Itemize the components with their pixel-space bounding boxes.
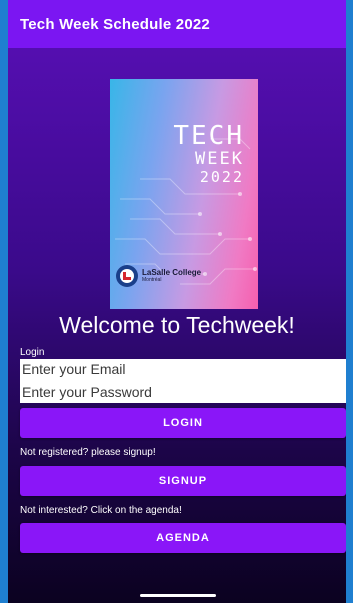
poster-title: TECH WEEK 2022: [173, 123, 244, 185]
poster-line-tech: TECH: [173, 121, 244, 151]
lasalle-logo-icon: [116, 265, 138, 287]
email-input[interactable]: [22, 359, 346, 379]
poster-line-year: 2022: [199, 168, 244, 186]
techweek-poster-image: TECH WEEK 2022 LaSalle College Montréal: [110, 79, 258, 309]
home-indicator[interactable]: [140, 594, 216, 597]
login-button[interactable]: LOGIN: [20, 408, 346, 438]
school-logo-block: LaSalle College Montréal: [116, 265, 201, 287]
signup-prompt: Not registered? please signup!: [20, 447, 156, 458]
app-screen: Tech Week Schedule 2022 TECH WEEK 2022 L…: [8, 0, 346, 603]
app-bar: Tech Week Schedule 2022: [8, 0, 346, 48]
school-name: LaSalle College: [142, 268, 202, 277]
app-title: Tech Week Schedule 2022: [20, 15, 210, 33]
poster-line-week: WEEK: [195, 149, 244, 169]
agenda-button[interactable]: AGENDA: [20, 523, 346, 553]
login-label: Login: [20, 347, 45, 358]
signup-button[interactable]: SIGNUP: [20, 466, 346, 496]
welcome-heading: Welcome to Techweek!: [59, 312, 295, 338]
school-city: Montréal: [142, 277, 162, 283]
password-input[interactable]: [22, 382, 346, 402]
login-form-fields: [20, 359, 346, 403]
agenda-prompt: Not interested? Click on the agenda!: [20, 505, 182, 516]
